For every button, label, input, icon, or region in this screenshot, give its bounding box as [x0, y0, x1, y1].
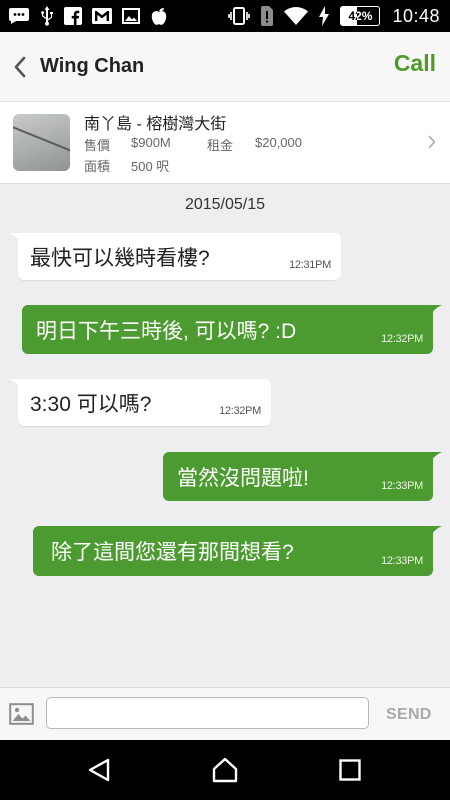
message-bubble-outgoing: 除了這間您還有那間想看? 12:33PM	[33, 526, 442, 576]
send-button[interactable]: SEND	[386, 706, 432, 724]
chevron-right-icon	[428, 135, 436, 154]
property-listing-card[interactable]: 南丫島 - 榕樹灣大街 售價 $900M 租金 $20,000 面積 500 呎	[0, 102, 450, 184]
chat-date: 2015/05/15	[184, 196, 266, 213]
nav-back-button[interactable]	[86, 757, 112, 788]
back-button[interactable]	[2, 32, 38, 102]
nav-home-icon	[212, 757, 238, 783]
notification-icons	[8, 6, 168, 26]
battery-percent: 42%	[348, 9, 373, 23]
system-icons: 42% 10:48	[228, 6, 440, 27]
usb-icon	[40, 6, 54, 26]
wifi-icon	[284, 7, 309, 25]
apple-icon	[150, 6, 168, 26]
area-value: 500 呎	[131, 159, 170, 174]
message-composer: SEND	[0, 687, 450, 740]
attach-image-button[interactable]	[9, 703, 34, 730]
message-text: 最快可以幾時看樓?	[30, 246, 210, 270]
gmail-icon	[92, 8, 112, 24]
chat-bubble-icon	[8, 7, 30, 25]
bubble-tail	[9, 379, 23, 391]
contact-name: Wing Chan	[40, 55, 145, 77]
message-bubble-incoming: 最快可以幾時看樓? 12:31PM	[9, 233, 341, 280]
message-text: 3:30 可以嗎?	[30, 392, 152, 416]
image-icon	[122, 8, 140, 24]
message-time: 12:33PM	[381, 480, 423, 492]
listing-title: 南丫島 - 榕樹灣大街	[84, 116, 227, 133]
bubble-tail	[428, 526, 442, 538]
listing-price-row: 售價 $900M 租金 $20,000	[84, 135, 302, 154]
message-time: 12:33PM	[381, 555, 423, 567]
call-button[interactable]: Call	[394, 50, 436, 77]
area-label: 面積	[84, 159, 111, 174]
bubble-tail	[9, 233, 23, 245]
bubble-tail	[428, 305, 442, 317]
facebook-icon	[64, 7, 82, 25]
message-time: 12:32PM	[381, 333, 423, 345]
charging-icon	[318, 6, 330, 26]
message-text: 除了這間您還有那間想看?	[51, 541, 294, 564]
listing-area-row: 面積 500 呎	[84, 156, 169, 175]
navigation-bar	[0, 740, 450, 800]
nav-home-button[interactable]	[211, 757, 239, 788]
sale-price-value: $900M	[131, 135, 171, 150]
nav-recents-button[interactable]	[338, 757, 362, 788]
message-text: 當然沒問題啦!	[177, 466, 309, 490]
vibrate-icon	[228, 7, 251, 25]
status-bar: 42% 10:48	[0, 0, 450, 32]
battery-icon: 42%	[340, 6, 381, 26]
message-bubble-outgoing: 明日下午三時後, 可以嗎? :D 12:32PM	[22, 305, 442, 354]
message-input[interactable]	[46, 697, 369, 729]
bubble-tail	[428, 452, 442, 464]
rent-label: 租金	[207, 138, 234, 153]
message-time: 12:32PM	[219, 405, 261, 417]
property-thumbnail	[13, 114, 70, 171]
sale-price-label: 售價	[84, 138, 111, 153]
nav-back-icon	[88, 758, 110, 782]
message-bubble-incoming: 3:30 可以嗎? 12:32PM	[9, 379, 271, 426]
message-bubble-outgoing: 當然沒問題啦! 12:33PM	[163, 452, 442, 501]
image-icon	[9, 703, 34, 725]
rent-value: $20,000	[255, 135, 302, 150]
message-text: 明日下午三時後, 可以嗎? :D	[36, 319, 297, 343]
status-time: 10:48	[392, 5, 440, 26]
message-time: 12:31PM	[289, 259, 331, 271]
chevron-left-icon	[14, 56, 26, 77]
chat-header: Wing Chan Call	[0, 32, 450, 102]
alert-icon	[260, 6, 274, 26]
nav-recents-icon	[339, 759, 361, 781]
